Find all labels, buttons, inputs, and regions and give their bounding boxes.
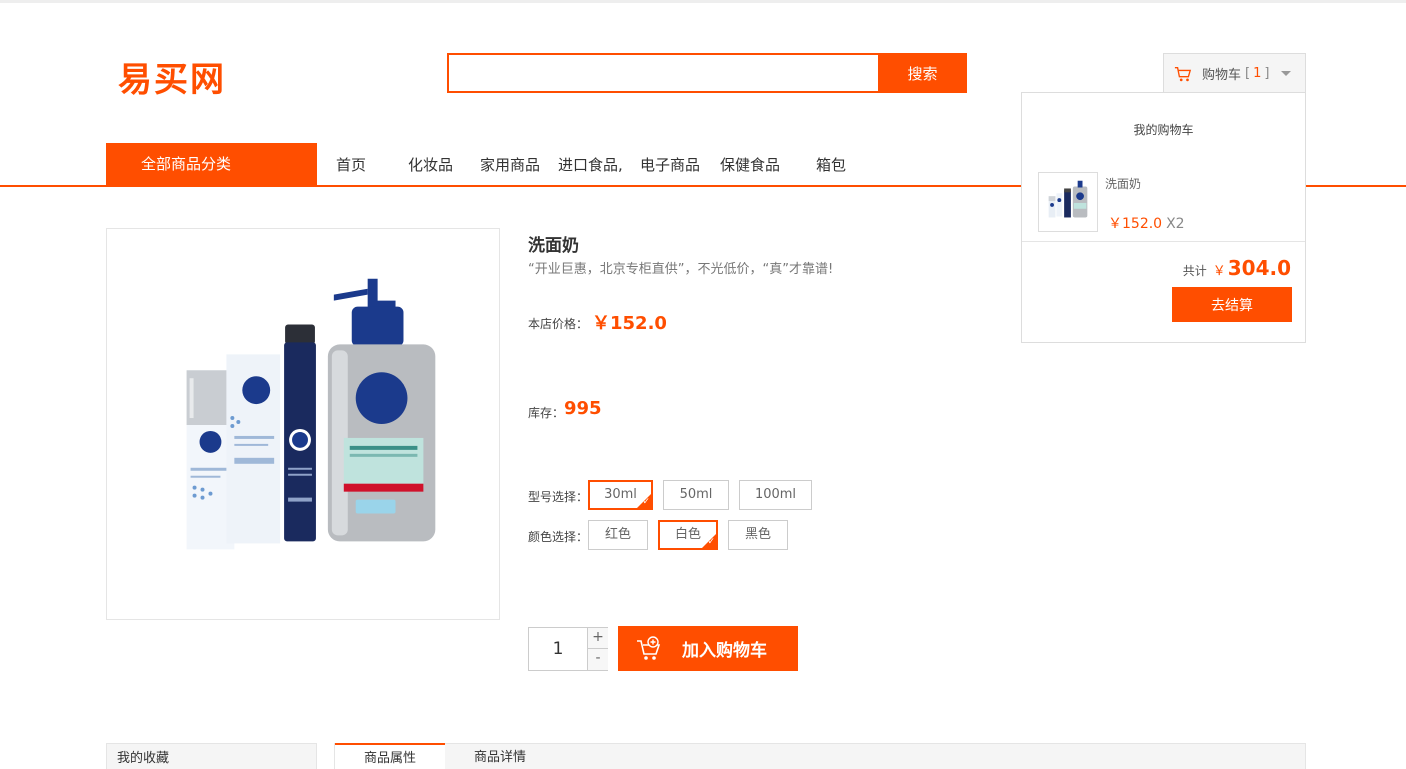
product-price: ￥152.0 [592, 313, 667, 334]
divider [1022, 241, 1305, 242]
model-option-100ml[interactable]: 100ml [739, 480, 812, 510]
cart-total-label: 共计 [1182, 264, 1207, 278]
cart-total-symbol: ￥ [1212, 264, 1226, 279]
model-option-label: 30ml [604, 487, 637, 502]
checkout-button[interactable]: 去结算 [1172, 287, 1292, 322]
product-stock: 995 [564, 398, 602, 419]
tab-product-details[interactable]: 商品详情 [445, 743, 555, 769]
cart-label: 购物车 [1202, 68, 1242, 83]
nav-item-imported-food[interactable]: 进口食品, [558, 154, 623, 175]
quantity-decrease-button[interactable]: - [587, 649, 608, 670]
cart-item-price-row: ￥152.0 X2 [1108, 213, 1185, 233]
chevron-down-icon [1281, 71, 1292, 76]
add-cart-icon [637, 635, 661, 660]
model-option-30ml[interactable]: 30ml ✓ [588, 480, 653, 510]
search-input[interactable] [447, 53, 879, 93]
model-label: 型号选择： [528, 490, 589, 504]
color-option-black[interactable]: 黑色 [728, 520, 788, 550]
product-title: 洗面奶 [528, 236, 579, 256]
favorites-header[interactable]: 我的收藏 [106, 743, 317, 769]
cart-item-qty: X2 [1166, 216, 1185, 232]
tab-product-attributes[interactable]: 商品属性 [335, 743, 445, 769]
color-option-white[interactable]: 白色 ✓ [658, 520, 718, 550]
add-to-cart-button[interactable]: 加入购物车 [618, 626, 798, 671]
cart-count: 1 [1253, 66, 1262, 81]
cart-item-thumbnail[interactable] [1038, 172, 1098, 232]
nav-item-bags[interactable]: 箱包 [816, 154, 846, 175]
cart-dropdown: 我的购物车 洗面奶 ￥152.0 X2 共计 ￥ 304.0 去结算 [1021, 92, 1306, 343]
check-icon: ✓ [707, 537, 715, 547]
quantity-input[interactable]: 1 [529, 628, 587, 670]
product-thumbnail-image [1048, 180, 1088, 218]
color-option-red[interactable]: 红色 [588, 520, 648, 550]
add-to-cart-label: 加入购物车 [682, 641, 767, 661]
all-categories-button[interactable]: 全部商品分类 [106, 143, 317, 186]
cart-icon [1174, 66, 1192, 81]
check-icon: ✓ [642, 497, 650, 507]
cart-bracket-open: [ [1245, 66, 1251, 81]
product-photo [186, 278, 436, 550]
cart-item-name[interactable]: 洗面奶 [1105, 175, 1141, 192]
color-label: 颜色选择： [528, 530, 589, 544]
search-button[interactable]: 搜索 [878, 53, 967, 93]
stock-label: 库存： [528, 406, 565, 420]
quantity-stepper: 1 + - [528, 627, 608, 671]
top-border [0, 0, 1406, 3]
price-label: 本店价格： [528, 317, 589, 331]
cart-dropdown-title: 我的购物车 [1133, 123, 1194, 137]
quantity-increase-button[interactable]: + [587, 628, 608, 649]
nav-item-health-food[interactable]: 保健食品 [720, 154, 780, 175]
cart-item-price: ￥152.0 [1108, 216, 1163, 232]
site-logo[interactable]: 易买网 [118, 52, 226, 101]
cart-total: 共计 ￥ 304.0 [1183, 256, 1291, 280]
product-slogan: “开业巨惠，北京专柜直供”，不光低价，“真”才靠谱! [528, 262, 834, 277]
cart-button[interactable]: 购物车 [ 1 ] [1163, 53, 1306, 93]
nav-item-cosmetics[interactable]: 化妆品 [408, 154, 453, 175]
nav-item-electronics[interactable]: 电子商品 [640, 154, 700, 175]
model-option-50ml[interactable]: 50ml [663, 480, 729, 510]
cart-total-amount: 304.0 [1227, 256, 1291, 280]
product-tabs: 商品属性 商品详情 [334, 743, 1306, 769]
nav-item-household[interactable]: 家用商品 [480, 154, 540, 175]
cart-bracket-close: ] [1264, 66, 1270, 81]
color-option-label: 白色 [674, 527, 701, 542]
nav-item-home[interactable]: 首页 [336, 154, 366, 175]
product-image[interactable] [106, 228, 500, 620]
